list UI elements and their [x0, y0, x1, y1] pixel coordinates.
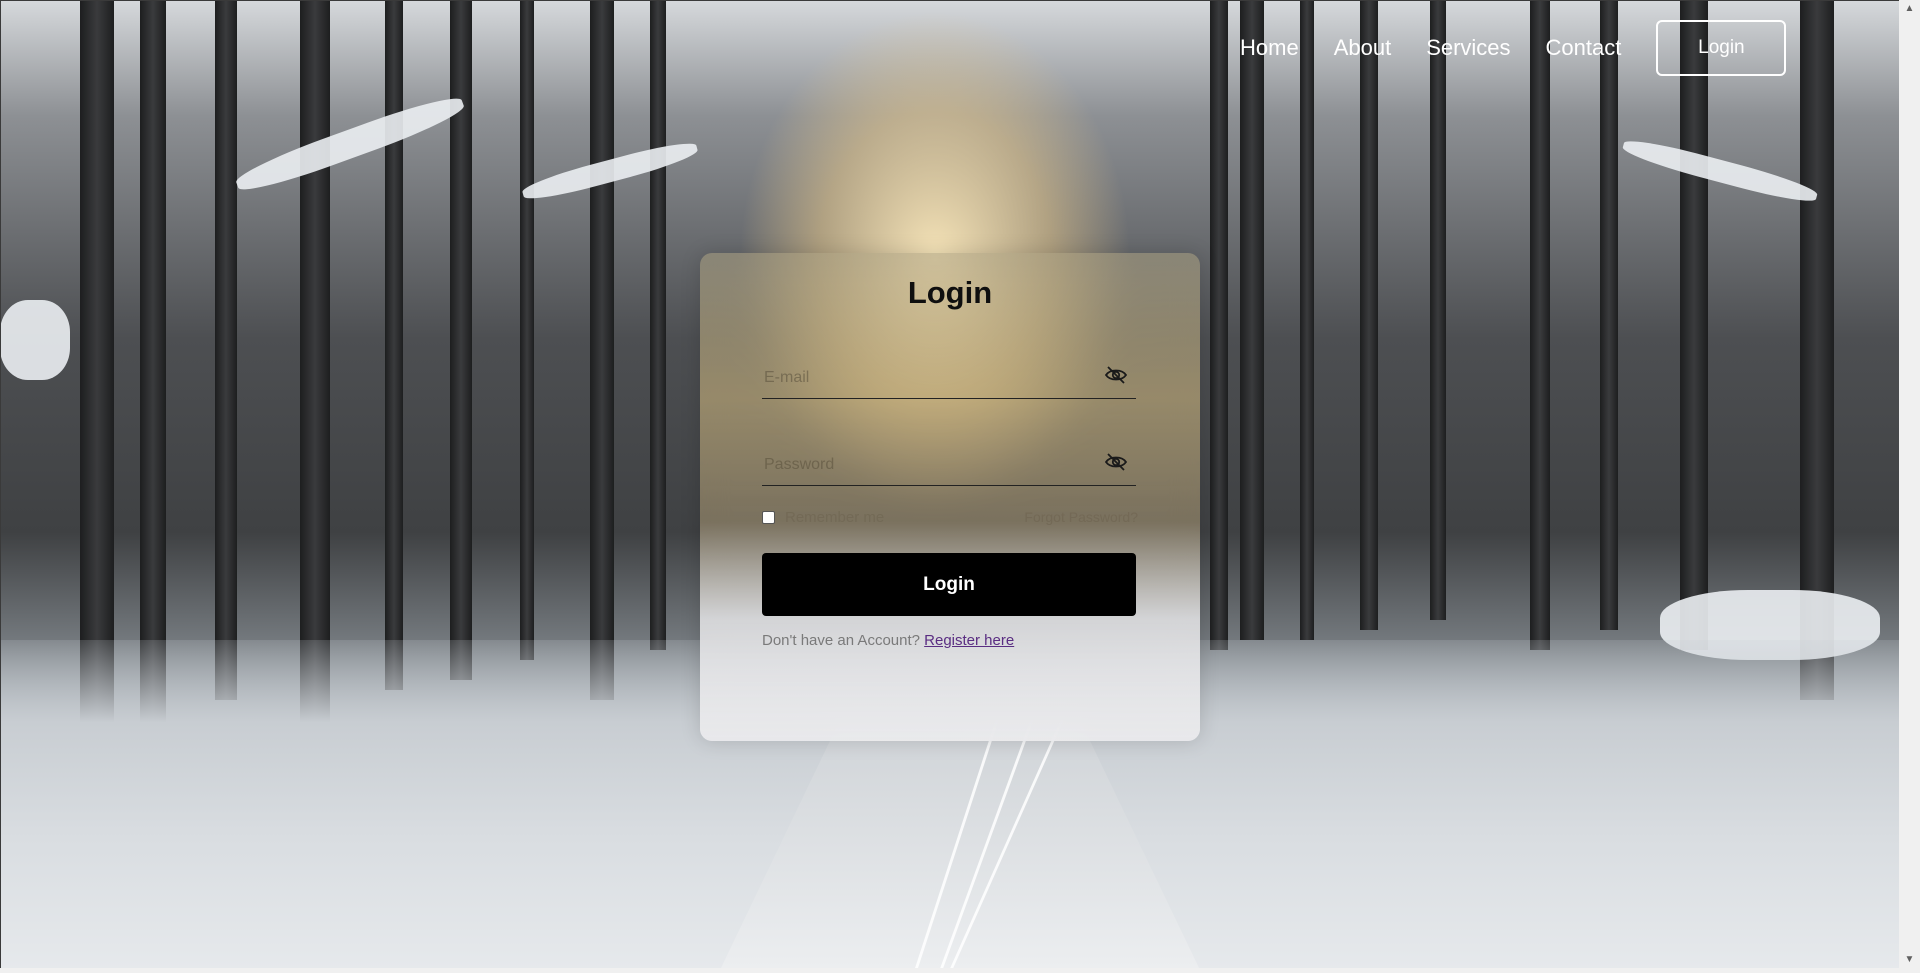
login-title: Login — [907, 275, 993, 310]
nav-link-services[interactable]: Services — [1426, 23, 1510, 73]
nav-link-contact[interactable]: Contact — [1546, 23, 1622, 73]
login-card: Login Remember me Forgot Password? Login… — [700, 253, 1200, 741]
email-field-wrapper — [762, 348, 1136, 399]
forgot-password-link[interactable]: Forgot Password? — [1024, 509, 1138, 525]
password-field-wrapper — [762, 435, 1136, 486]
register-link[interactable]: Register here — [924, 632, 1014, 649]
scroll-up-arrow-icon[interactable]: ▲ — [1899, 0, 1920, 17]
vertical-scrollbar[interactable]: ▲ ▼ — [1899, 0, 1920, 973]
eye-off-icon[interactable] — [1104, 452, 1128, 472]
remember-checkbox[interactable] — [762, 511, 775, 524]
top-nav: Home About Services Contact Login — [1240, 20, 1787, 76]
login-submit-button[interactable]: Login — [762, 553, 1136, 616]
register-prompt: Don't have an Account? — [762, 632, 920, 649]
password-input[interactable] — [762, 455, 1096, 475]
bottom-edge — [0, 968, 1899, 973]
nav-link-about[interactable]: About — [1334, 23, 1392, 73]
email-input[interactable] — [762, 368, 1096, 388]
register-line: Don't have an Account? Register here — [762, 632, 1014, 649]
remember-me: Remember me — [762, 509, 884, 526]
eye-off-icon[interactable] — [1104, 365, 1128, 385]
nav-login-button[interactable]: Login — [1656, 20, 1787, 76]
remember-label: Remember me — [785, 509, 885, 526]
nav-link-home[interactable]: Home — [1240, 23, 1299, 73]
scroll-down-arrow-icon[interactable]: ▼ — [1899, 951, 1920, 968]
